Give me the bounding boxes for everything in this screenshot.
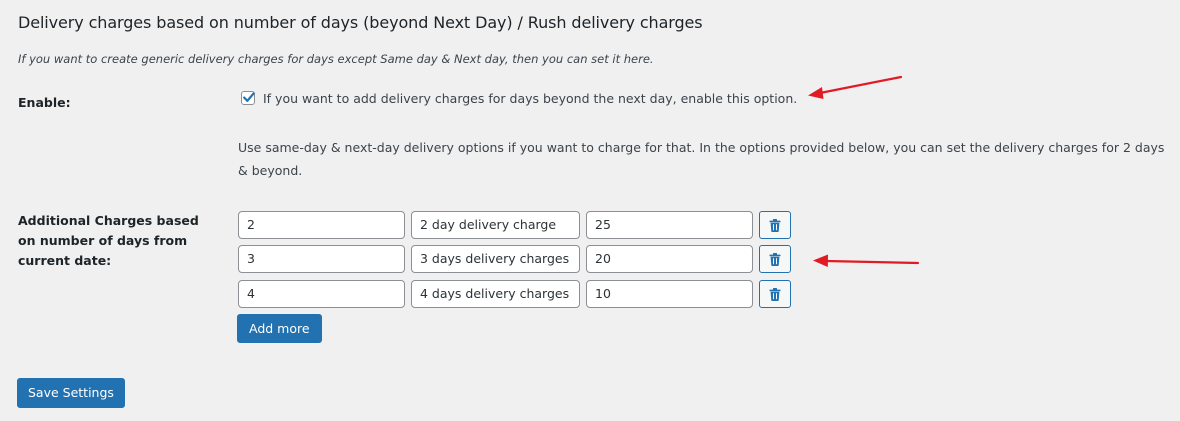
enable-help-text: Use same-day & next-day delivery options… xyxy=(238,140,1165,178)
enable-label: Enable: xyxy=(18,95,71,110)
delete-row-button[interactable] xyxy=(759,211,791,239)
charge-label-input[interactable]: 4 days delivery charges xyxy=(411,280,580,308)
enable-checkbox-row[interactable]: If you want to add delivery charges for … xyxy=(241,90,797,106)
delete-row-button[interactable] xyxy=(759,245,791,273)
enable-checkbox[interactable] xyxy=(241,91,255,105)
delete-row-button[interactable] xyxy=(759,280,791,308)
checkmark-icon xyxy=(243,92,255,102)
trash-icon xyxy=(769,252,781,266)
save-settings-button[interactable]: Save Settings xyxy=(17,378,125,408)
annotation-arrow-icon xyxy=(813,254,920,267)
charges-label: Additional Charges based on number of da… xyxy=(18,213,199,268)
charge-label-input[interactable]: 3 days delivery charges xyxy=(411,245,580,273)
charge-label-input[interactable]: 2 day delivery charge xyxy=(411,211,580,239)
charge-amount-input[interactable]: 10 xyxy=(586,280,753,308)
days-input[interactable]: 2 xyxy=(238,211,405,239)
add-more-button[interactable]: Add more xyxy=(237,314,322,343)
charge-amount-input[interactable]: 20 xyxy=(586,245,753,273)
annotation-arrow-icon xyxy=(808,75,903,99)
trash-icon xyxy=(769,287,781,301)
section-description: If you want to create generic delivery c… xyxy=(18,52,654,66)
trash-icon xyxy=(769,218,781,232)
enable-checkbox-label[interactable]: If you want to add delivery charges for … xyxy=(263,90,797,106)
days-input[interactable]: 4 xyxy=(238,280,405,308)
days-input[interactable]: 3 xyxy=(238,245,405,273)
settings-page: Delivery charges based on number of days… xyxy=(0,0,1180,421)
charge-amount-input[interactable]: 25 xyxy=(586,211,753,239)
section-title: Delivery charges based on number of days… xyxy=(18,13,703,32)
